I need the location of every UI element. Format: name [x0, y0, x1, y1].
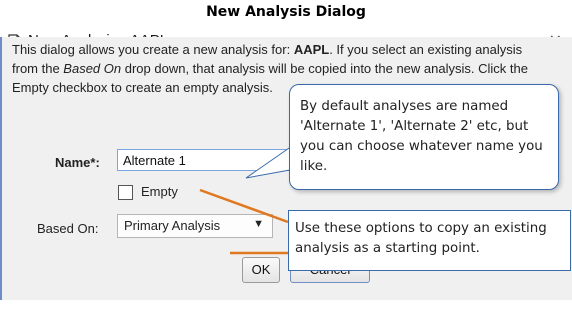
options-callout: Use these options to copy an existing an…	[288, 210, 571, 271]
naming-callout: By default analyses are named 'Alternate…	[289, 84, 559, 190]
empty-connector-line	[199, 188, 289, 224]
